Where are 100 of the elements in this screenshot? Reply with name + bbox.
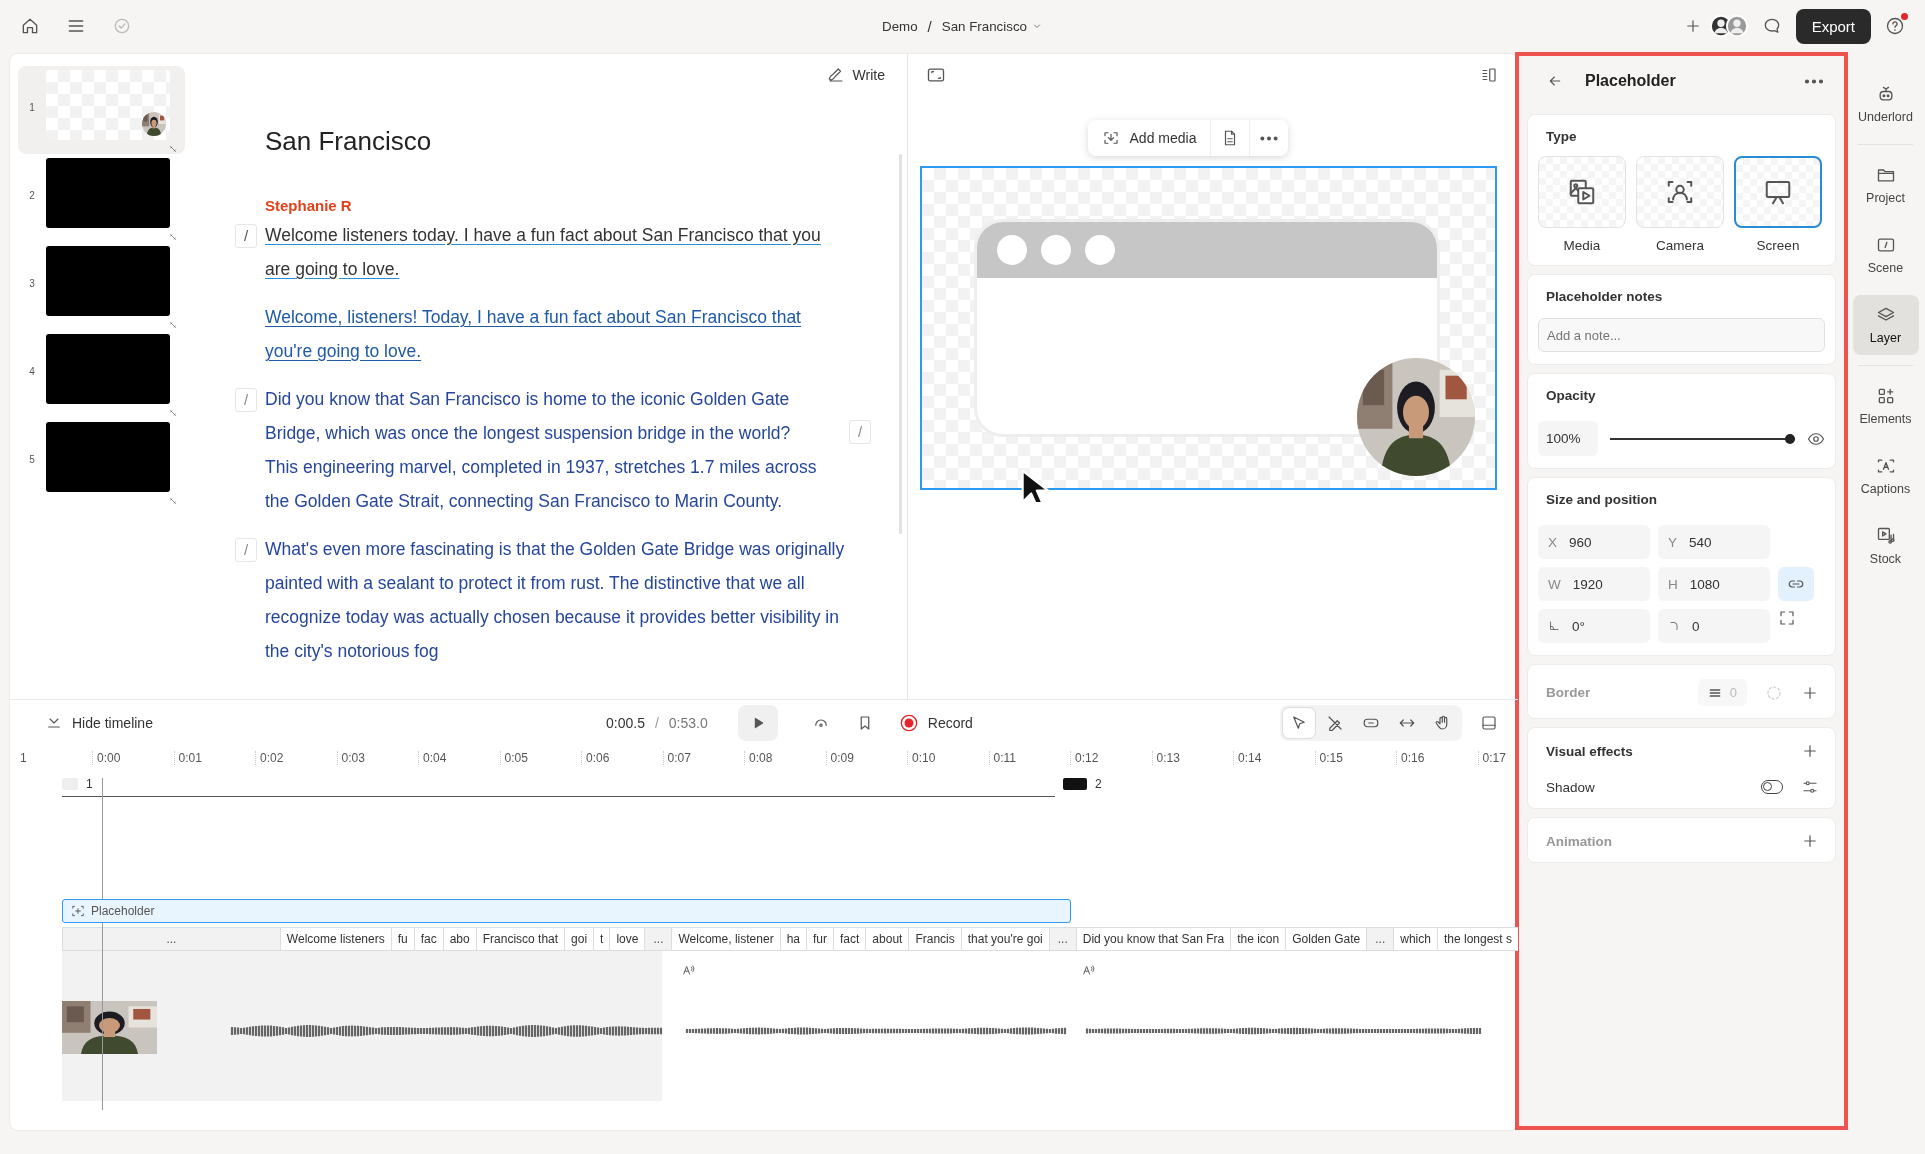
total-duration: 0:53.0: [668, 714, 708, 731]
add-media-button[interactable]: Add media: [1087, 120, 1211, 156]
ruler-label: 0:10: [907, 751, 989, 765]
sidebar-tab[interactable]: Project: [1852, 155, 1919, 215]
radius-icon: [1668, 620, 1680, 632]
section-label: Animation: [1545, 833, 1613, 849]
scene-break-marker[interactable]: /: [849, 420, 871, 444]
field-value: 1080: [1689, 576, 1720, 592]
field-prefix: Y: [1668, 534, 1677, 550]
scene-thumbnail: [1063, 778, 1087, 790]
placeholder-clip[interactable]: Placeholder: [62, 899, 1071, 923]
sidebar-tab[interactable]: Layer: [1852, 295, 1919, 355]
size-field[interactable]: H 1080: [1658, 567, 1770, 601]
select-icon: [1290, 713, 1308, 732]
field-prefix: H: [1668, 576, 1678, 592]
layout-icon[interactable]: [1480, 713, 1498, 732]
section-label: Size and position: [1545, 492, 1658, 507]
export-button[interactable]: Export: [1795, 8, 1871, 44]
slide-item[interactable]: 3: [18, 242, 185, 330]
size-field[interactable]: Y 540: [1658, 525, 1770, 559]
placeholder-icon: [71, 904, 85, 918]
play-button[interactable]: [737, 704, 778, 741]
slide-number: 3: [28, 278, 36, 289]
adjust-icon[interactable]: [1801, 778, 1819, 796]
project-title-dropdown[interactable]: San Francisco: [941, 18, 1043, 34]
breadcrumb-separator: /: [927, 17, 932, 35]
section-label: Opacity: [1545, 388, 1597, 403]
scene-break-marker[interactable]: /: [235, 224, 257, 248]
script-text: What's even more fascinating is that the Golden Gate Bridge was originally painted with a sealant to protect it from rust. The distinctive that we all recognize today was actually chosen because it provides better visibility in the city's notorious fog: [265, 538, 845, 663]
unlink-icon[interactable]: [168, 144, 178, 154]
panel-toggle-icon[interactable]: [1480, 66, 1498, 84]
more-icon[interactable]: [1804, 78, 1824, 84]
ruler-label: 1: [19, 751, 28, 765]
size-field[interactable]: 0: [1658, 609, 1770, 643]
size-field[interactable]: X 960: [1538, 525, 1650, 559]
gap-chip[interactable]: ...: [62, 928, 280, 950]
add-icon[interactable]: [1801, 742, 1819, 760]
record-icon: [899, 713, 918, 732]
unlink-icon[interactable]: [168, 408, 178, 418]
section-label: Border: [1545, 685, 1592, 700]
color-swatch-icon[interactable]: [1765, 683, 1783, 702]
slide-number: 2: [28, 190, 36, 201]
unlink-icon[interactable]: [168, 320, 178, 330]
audio-clip[interactable]: [62, 951, 662, 1101]
slide-item[interactable]: 4: [18, 330, 185, 418]
word-chip[interactable]: the longest s: [1436, 928, 1518, 950]
script-text: Did you know that San Francisco is home to the iconic Golden Gate Bridge, which was once the longest suspension bridge in the world?: [265, 388, 792, 445]
speaker-name: Stephanie R: [265, 197, 353, 214]
opacity-field[interactable]: 100%: [1538, 421, 1598, 456]
write-button[interactable]: Write: [826, 66, 885, 84]
rotation-icon: [1548, 620, 1560, 632]
opacity-slider[interactable]: [1610, 433, 1795, 444]
hide-timeline-button[interactable]: Hide timeline: [46, 714, 606, 731]
add-media-icon: [1101, 129, 1120, 147]
ruler-label: 0:16: [1396, 751, 1478, 765]
unlink-icon[interactable]: [168, 496, 178, 506]
gap-chip[interactable]: ...: [1048, 928, 1076, 950]
size-field[interactable]: 0°: [1538, 609, 1650, 643]
slide-item[interactable]: 1: [18, 66, 185, 154]
avatar-icon[interactable]: [1725, 15, 1748, 37]
ruler-label: 0:00: [92, 751, 174, 765]
saved-check-icon: [112, 16, 132, 36]
field-value: 1920: [1572, 576, 1603, 592]
ruler-label: 0:06: [581, 751, 663, 765]
help-icon[interactable]: [1885, 16, 1905, 36]
slide-number: 5: [28, 454, 36, 465]
scene-break-marker[interactable]: /: [235, 538, 257, 562]
home-icon[interactable]: [20, 16, 40, 36]
time-separator: /: [654, 714, 659, 731]
gap-chip[interactable]: ...: [1366, 928, 1394, 950]
field-value: 540: [1689, 534, 1712, 550]
section-label: Placeholder notes: [1545, 289, 1664, 304]
gap-chip[interactable]: ...: [644, 928, 672, 950]
ruler-label: 0:15: [1314, 751, 1396, 765]
sidebar-tab[interactable]: Scene: [1852, 225, 1919, 285]
unlink-icon[interactable]: [168, 232, 178, 242]
select-tool[interactable]: [1283, 707, 1315, 738]
note-field[interactable]: Add a note...: [1538, 318, 1825, 352]
fit-icon[interactable]: [1778, 609, 1796, 627]
add-icon[interactable]: [1801, 832, 1819, 850]
script-text: This engineering marvel, completed in 1937, stretches 1.7 miles across the Golden Gate Strait, connecting San Francisco to Marin County.: [265, 456, 818, 513]
breadcrumb-link[interactable]: Demo: [882, 18, 918, 34]
slide-number: 1: [28, 102, 36, 113]
sidebar-tab[interactable]: Captions: [1852, 446, 1919, 506]
sidebar-tab[interactable]: Stock: [1852, 516, 1919, 576]
sidebar-tab[interactable]: Elements: [1852, 376, 1919, 436]
field-prefix: W: [1548, 576, 1561, 592]
sidebar-tab[interactable]: Underlord: [1852, 74, 1919, 134]
scene-number: 2: [1095, 777, 1102, 791]
back-icon[interactable]: [1547, 73, 1563, 89]
slide-item[interactable]: 5: [18, 418, 185, 506]
slide-item[interactable]: 2: [18, 154, 185, 242]
voice-icon: [1082, 963, 1096, 977]
ruler-label: 0:02: [255, 751, 337, 765]
size-field[interactable]: W 1920: [1538, 567, 1650, 601]
record-button[interactable]: Record: [899, 713, 973, 732]
field-value: 960: [1569, 534, 1592, 550]
field-prefix: X: [1548, 534, 1557, 550]
scene-break-marker[interactable]: /: [235, 388, 257, 412]
section-label: Type: [1545, 129, 1578, 144]
